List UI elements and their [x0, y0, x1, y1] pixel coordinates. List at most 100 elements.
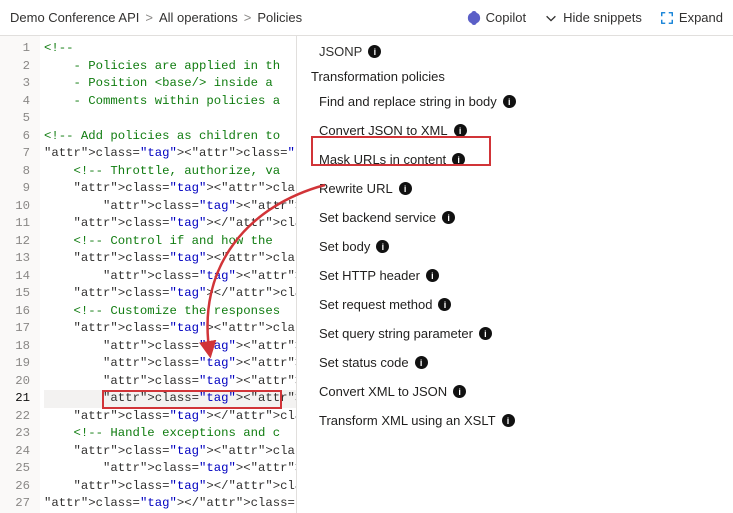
info-icon[interactable]: i [503, 95, 516, 108]
line-number: 18 [0, 338, 30, 356]
policy-label: Rewrite URL [319, 181, 393, 196]
code-line: "attr">class="tag"></"attr">class="tagna… [44, 285, 296, 303]
line-number: 20 [0, 373, 30, 391]
info-icon[interactable]: i [415, 356, 428, 369]
line-number: 5 [0, 110, 30, 128]
info-icon[interactable]: i [453, 385, 466, 398]
line-number: 3 [0, 75, 30, 93]
line-number: 27 [0, 495, 30, 513]
code-line: "attr">class="tag"><"attr">class="tagnam… [44, 145, 296, 163]
copilot-button[interactable]: Copilot [467, 10, 526, 25]
line-number: 14 [0, 268, 30, 286]
code-line: "attr">class="tag"></"attr">class="tagna… [44, 478, 296, 496]
line-number: 2 [0, 58, 30, 76]
policy-label: Convert XML to JSON [319, 384, 447, 399]
copilot-label: Copilot [486, 10, 526, 25]
policy-item[interactable]: Set HTTP header i [319, 268, 719, 283]
policy-label: Set HTTP header [319, 268, 420, 283]
expand-button[interactable]: Expand [660, 10, 723, 25]
policy-item[interactable]: Find and replace string in body i [319, 94, 719, 109]
info-icon[interactable]: i [479, 327, 492, 340]
line-number: 1 [0, 40, 30, 58]
section-title-transformation: Transformation policies [311, 69, 719, 84]
policy-item[interactable]: Convert JSON to XMLi [319, 123, 719, 138]
info-icon[interactable]: i [426, 269, 439, 282]
code-line: "attr">class="tag"><"attr">class="tagnam… [44, 250, 296, 268]
copilot-icon [467, 11, 481, 25]
info-icon[interactable]: i [502, 414, 515, 427]
policy-label: JSONP [319, 44, 362, 59]
policy-item[interactable]: Set request method i [319, 297, 719, 312]
policy-item[interactable]: Rewrite URL i [319, 181, 719, 196]
policy-item[interactable]: Set query string parameter i [319, 326, 719, 341]
line-number: 26 [0, 478, 30, 496]
code-line: - Position <base/> inside a [44, 75, 296, 93]
line-number: 21 [0, 390, 30, 408]
code-editor[interactable]: 1234567891011121314151617181920212223242… [0, 36, 297, 513]
line-number: 25 [0, 460, 30, 478]
snippets-panel: JSONP i Transformation policies Find and… [297, 36, 733, 513]
code-line: - Comments within policies a [44, 93, 296, 111]
policy-label: Transform XML using an XSLT [319, 413, 496, 428]
policy-item[interactable]: Set backend service i [319, 210, 719, 225]
expand-label: Expand [679, 10, 723, 25]
policy-item[interactable]: Set status code i [319, 355, 719, 370]
info-icon[interactable]: i [399, 182, 412, 195]
line-number: 23 [0, 425, 30, 443]
info-icon[interactable]: i [438, 298, 451, 311]
breadcrumb-item[interactable]: Demo Conference API [10, 10, 139, 25]
code-line [44, 110, 296, 128]
expand-icon [660, 11, 674, 25]
main-area: 1234567891011121314151617181920212223242… [0, 36, 733, 513]
policy-list: Find and replace string in bodyiConvert … [311, 94, 719, 428]
info-icon[interactable]: i [376, 240, 389, 253]
code-line: <!-- Customize the responses [44, 303, 296, 321]
policy-label: Set request method [319, 297, 432, 312]
policy-label: Set status code [319, 355, 409, 370]
policy-label: Set backend service [319, 210, 436, 225]
policy-label: Find and replace string in body [319, 94, 497, 109]
line-number: 13 [0, 250, 30, 268]
code-line: "attr">class="tag"><"attr">class="tagnam… [44, 355, 296, 373]
code-line: "attr">class="tag"></"attr">class="tagna… [44, 408, 296, 426]
line-number: 15 [0, 285, 30, 303]
info-icon[interactable]: i [452, 153, 465, 166]
code-line: "attr">class="tag"><"attr">class="tagnam… [44, 443, 296, 461]
policy-item[interactable]: Mask URLs in content i [319, 152, 719, 167]
line-number: 17 [0, 320, 30, 338]
code-line: "attr">class="tag"></"attr">class="tagna… [44, 495, 296, 513]
line-number: 9 [0, 180, 30, 198]
policy-label: Mask URLs in content [319, 152, 446, 167]
breadcrumb-item[interactable]: All operations [159, 10, 238, 25]
line-number: 7 [0, 145, 30, 163]
top-bar: Demo Conference API > All operations > P… [0, 0, 733, 36]
code-line: "attr">class="tag"><"attr">class="tagnam… [44, 320, 296, 338]
line-number: 8 [0, 163, 30, 181]
info-icon[interactable]: i [454, 124, 467, 137]
policy-item[interactable]: Convert XML to JSON i [319, 384, 719, 399]
code-line: "attr">class="tag"><"attr">class="tagnam… [44, 390, 296, 408]
hide-snippets-label: Hide snippets [563, 10, 642, 25]
code-line: <!-- Handle exceptions and c [44, 425, 296, 443]
info-icon[interactable]: i [368, 45, 381, 58]
policy-item[interactable]: Transform XML using an XSLT i [319, 413, 719, 428]
code-line: "attr">class="tag"><"attr">class="tagnam… [44, 338, 296, 356]
code-content[interactable]: <!-- - Policies are applied in th - Posi… [40, 36, 296, 513]
info-icon[interactable]: i [442, 211, 455, 224]
policy-jsonp[interactable]: JSONP i [311, 44, 719, 59]
code-line: "attr">class="tag"><"attr">class="tagnam… [44, 180, 296, 198]
code-line: <!-- Control if and how the [44, 233, 296, 251]
breadcrumb-separator: > [244, 10, 252, 25]
line-number-gutter: 1234567891011121314151617181920212223242… [0, 36, 40, 513]
code-line: <!-- Throttle, authorize, va [44, 163, 296, 181]
code-line: "attr">class="tag"><"attr">class="tagnam… [44, 198, 296, 216]
line-number: 6 [0, 128, 30, 146]
code-line: "attr">class="tag"><"attr">class="tagnam… [44, 373, 296, 391]
hide-snippets-button[interactable]: Hide snippets [544, 10, 642, 25]
policy-label: Set query string parameter [319, 326, 473, 341]
code-line: - Policies are applied in th [44, 58, 296, 76]
breadcrumb-item[interactable]: Policies [257, 10, 302, 25]
policy-label: Set body [319, 239, 370, 254]
policy-item[interactable]: Set body i [319, 239, 719, 254]
line-number: 19 [0, 355, 30, 373]
